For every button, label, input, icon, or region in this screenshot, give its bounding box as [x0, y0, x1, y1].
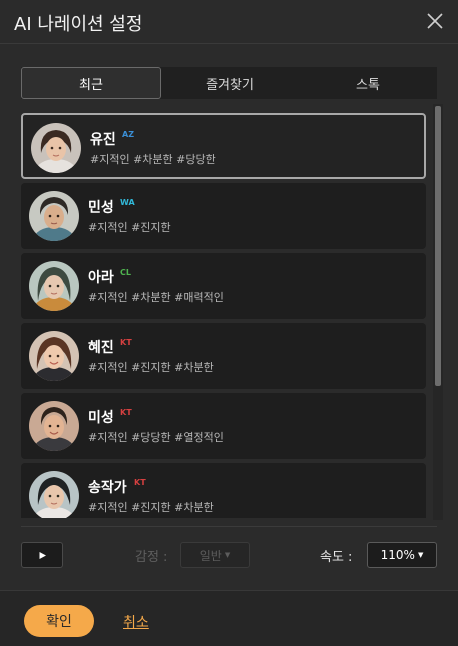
voice-card-ara[interactable]: 아라 CL #지적인 #차분한 #매력적인: [21, 253, 426, 319]
voice-tags: #지적인 #진지한 #차분한: [88, 501, 214, 514]
close-icon[interactable]: [424, 10, 446, 32]
avatar: [29, 261, 79, 311]
speed-value: 110%: [380, 548, 415, 562]
emotion-select: 일반 ▼: [180, 542, 250, 568]
provider-badge: KT: [120, 408, 132, 417]
play-icon: [39, 551, 46, 559]
voice-name: 유진: [90, 132, 116, 148]
provider-badge: AZ: [122, 130, 134, 139]
speed-select[interactable]: 110% ▼: [367, 542, 437, 568]
voice-name: 민성: [88, 200, 114, 216]
provider-badge: KT: [134, 478, 146, 487]
voice-card-hyejin[interactable]: 혜진 KT #지적인 #진지한 #차분한: [21, 323, 426, 389]
avatar: [29, 401, 79, 451]
title-bar: AI 나레이션 설정: [0, 0, 458, 44]
divider: [21, 526, 437, 527]
voice-tags: #지적인 #진지한 #차분한: [88, 361, 214, 374]
tab-stock[interactable]: 스톡: [299, 67, 437, 99]
voice-tags: #지적인 #진지한: [88, 221, 171, 234]
provider-badge: CL: [120, 268, 131, 277]
tab-recent[interactable]: 최근: [21, 67, 161, 99]
voice-tags: #지적인 #당당한 #열정적인: [88, 431, 224, 444]
avatar: [29, 191, 79, 241]
scrollbar-thumb[interactable]: [435, 106, 441, 386]
tab-favorites[interactable]: 즐겨찾기: [161, 67, 299, 99]
avatar: [31, 123, 81, 173]
voice-tags: #지적인 #차분한 #당당한: [90, 153, 216, 166]
voice-card-songjakga[interactable]: 송작가 KT #지적인 #진지한 #차분한: [21, 463, 426, 518]
voice-list: 유진 AZ #지적인 #차분한 #당당한 민성 WA #지적인 #진지한 아라 …: [21, 110, 427, 518]
provider-badge: WA: [120, 198, 135, 207]
speed-label: 속도 :: [320, 550, 353, 565]
voice-tags: #지적인 #차분한 #매력적인: [88, 291, 224, 304]
ok-button[interactable]: 확인: [24, 605, 94, 637]
emotion-label: 감정 :: [135, 550, 168, 565]
window-title: AI 나레이션 설정: [14, 14, 143, 35]
play-button[interactable]: [21, 542, 63, 568]
voice-name: 미성: [88, 410, 114, 426]
voice-tabs: 최근 즐겨찾기 스톡: [21, 67, 437, 99]
emotion-value: 일반: [199, 548, 222, 563]
voice-name: 아라: [88, 270, 114, 286]
voice-card-miseong[interactable]: 미성 KT #지적인 #당당한 #열정적인: [21, 393, 426, 459]
caret-down-icon: ▼: [224, 551, 231, 559]
avatar: [29, 471, 79, 518]
voice-card-yujin[interactable]: 유진 AZ #지적인 #차분한 #당당한: [21, 113, 426, 179]
voice-name: 혜진: [88, 340, 114, 356]
voice-name: 송작가: [88, 480, 127, 496]
voice-card-minseong[interactable]: 민성 WA #지적인 #진지한: [21, 183, 426, 249]
cancel-link[interactable]: 취소: [123, 612, 149, 632]
footer: 확인 취소: [0, 590, 458, 646]
caret-down-icon: ▼: [417, 551, 424, 559]
avatar: [29, 331, 79, 381]
provider-badge: KT: [120, 338, 132, 347]
